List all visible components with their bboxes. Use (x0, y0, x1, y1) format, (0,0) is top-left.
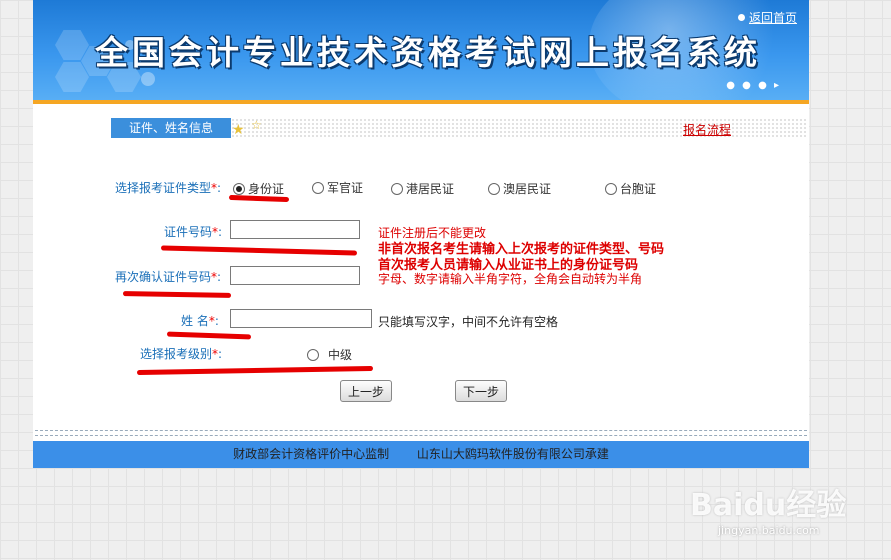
name-input[interactable] (230, 309, 372, 328)
radio-icon (605, 182, 617, 195)
dots-decoration: ● ● ● ▸ (726, 80, 781, 91)
id-confirm-input[interactable] (230, 266, 360, 285)
hex-decoration (55, 62, 89, 92)
radio-taiwan-compatriot[interactable]: 台胞证 (605, 180, 656, 197)
radio-icon (307, 348, 319, 361)
id-confirm-label: 再次确认证件号码*: (115, 270, 222, 284)
halfwidth-note: 字母、数字请输入半角字符，全角会自动转为半角 (378, 272, 643, 286)
site-title: 全国会计专业技术资格考试网上报名系统 (95, 33, 761, 72)
prev-step-button[interactable]: 上一步 (340, 380, 392, 402)
registration-page: 全国会计专业技术资格考试网上报名系统 返回首页 ● ● ● ▸ 证件、姓名信息 … (33, 0, 809, 468)
annotation-underline (228, 194, 290, 203)
bubble-decoration (141, 72, 155, 86)
radio-icon (488, 182, 500, 195)
footer-supervisor: 财政部会计资格评价中心监制 (233, 447, 390, 461)
star-icon: ☆ (251, 118, 262, 132)
home-link[interactable]: 返回首页 (737, 9, 797, 26)
name-label: 姓 名*: (181, 314, 219, 328)
annotation-underline (136, 365, 374, 376)
section-tab: 证件、姓名信息 (111, 118, 231, 138)
radio-checked-icon (233, 182, 245, 195)
home-link-label: 返回首页 (748, 11, 797, 25)
baidu-watermark-logo: Baidu经验 (690, 488, 847, 523)
header-banner: 全国会计专业技术资格考试网上报名系统 返回首页 ● ● ● ▸ (33, 0, 809, 100)
id-number-label: 证件号码*: (164, 225, 223, 239)
footer: 财政部会计资格评价中心监制 山东山大鸥玛软件股份有限公司承建 (33, 441, 809, 468)
header-divider (33, 100, 809, 104)
annotation-underline (160, 245, 358, 256)
radio-icon (391, 182, 403, 195)
footer-divider (35, 430, 807, 436)
bullet-icon (737, 14, 745, 21)
annotation-underline (122, 291, 232, 298)
next-step-button[interactable]: 下一步 (455, 380, 507, 402)
radio-level-intermediate[interactable]: 中级 (307, 346, 352, 363)
registration-flow-link[interactable]: 报名流程 (683, 121, 731, 138)
footer-builder: 山东山大鸥玛软件股份有限公司承建 (416, 447, 609, 461)
radio-icon (312, 181, 324, 194)
name-rule-note: 只能填写汉字，中间不允许有空格 (378, 315, 559, 329)
radio-macau-resident[interactable]: 澳居民证 (488, 180, 551, 197)
star-icon: ★ (232, 122, 245, 138)
radio-hk-resident[interactable]: 港居民证 (391, 180, 454, 197)
baidu-watermark-url: jingyan.baidu.com (718, 524, 820, 537)
id-type-label: 选择报考证件类型*: (115, 181, 222, 195)
radio-military-id[interactable]: 军官证 (312, 179, 363, 196)
id-number-input[interactable] (230, 220, 360, 239)
hex-decoration (55, 30, 89, 60)
annotation-underline (166, 331, 252, 340)
level-label: 选择报考级别*: (140, 347, 223, 361)
